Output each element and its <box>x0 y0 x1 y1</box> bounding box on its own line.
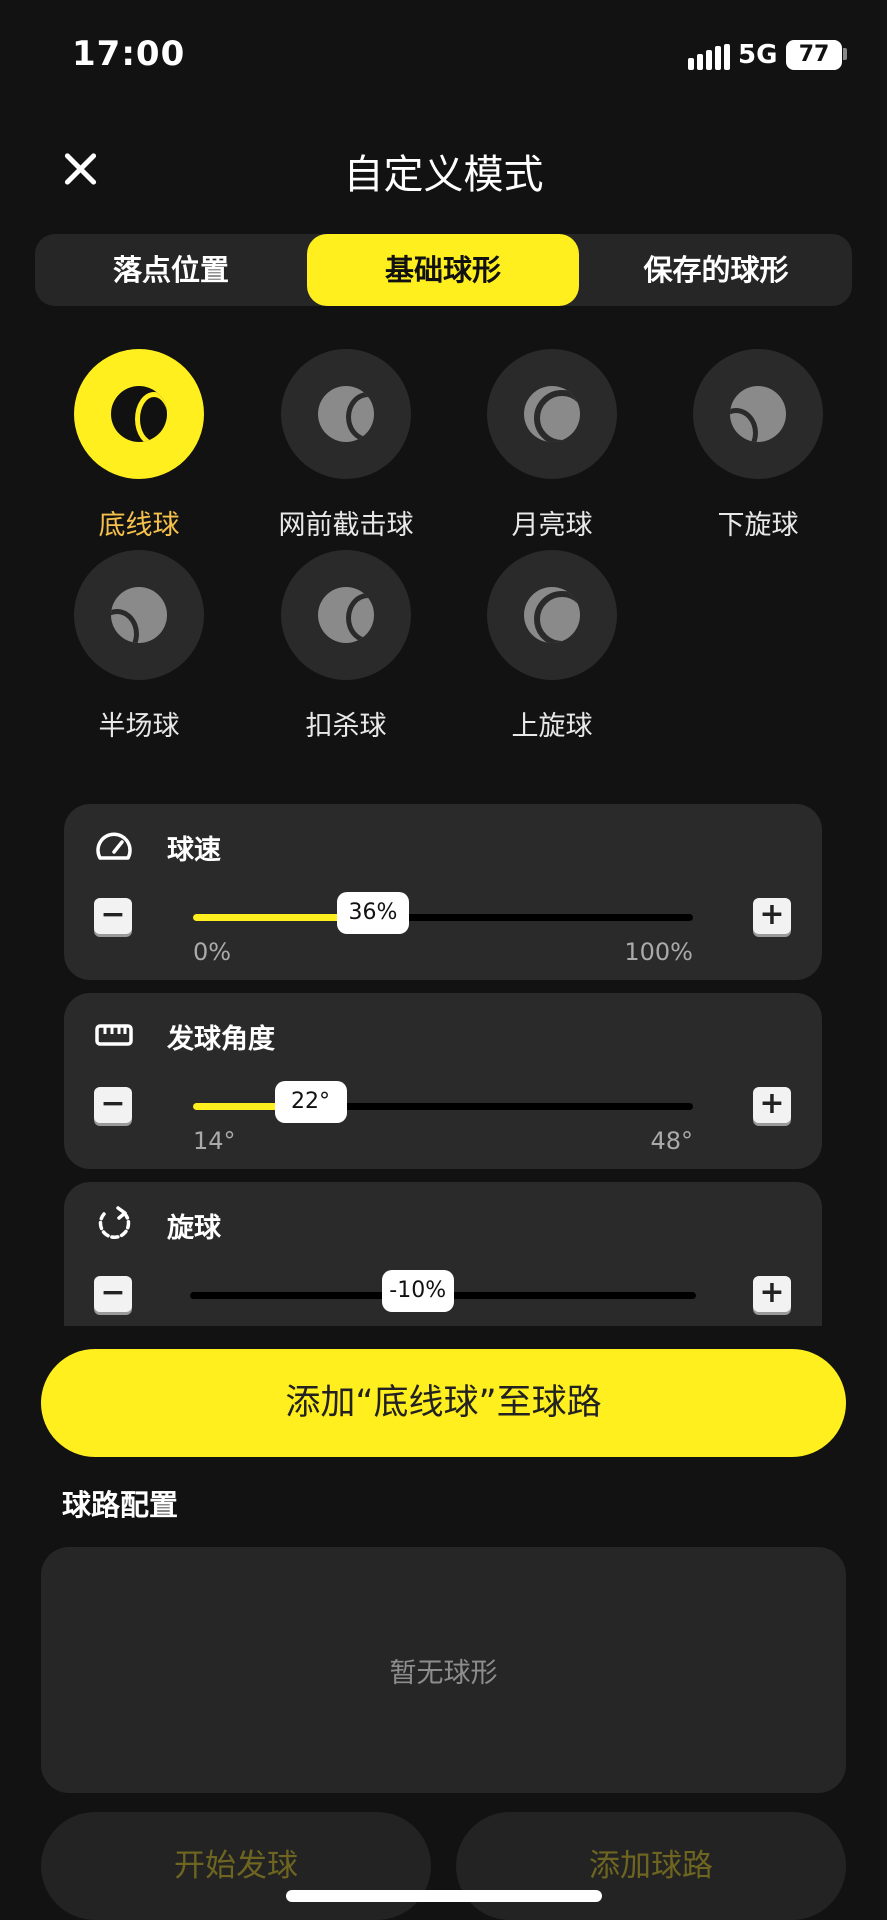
shot-circle <box>74 550 204 680</box>
route-config-label: 球路配置 <box>62 1488 179 1522</box>
angle-increase-button[interactable]: + <box>753 1087 791 1123</box>
spin-slider-track[interactable]: -10% <box>190 1270 696 1312</box>
speed-title: 球速 <box>167 835 221 866</box>
tennis-ball-icon <box>318 587 374 643</box>
rotate-icon <box>98 1206 131 1240</box>
angle-slider-thumb[interactable]: 22° <box>274 1081 347 1123</box>
shot-label: 底线球 <box>98 510 180 541</box>
shot-half-court[interactable]: 半场球 <box>59 550 219 743</box>
empty-state-text: 暂无球形 <box>389 1658 498 1689</box>
angle-title: 发球角度 <box>167 1024 275 1055</box>
spin-card: 旋球 − -10% + <box>64 1182 822 1326</box>
speedometer-icon <box>96 832 132 860</box>
angle-decrease-button[interactable]: − <box>94 1087 132 1123</box>
angle-min-label: 14° <box>193 1127 236 1155</box>
speed-increase-button[interactable]: + <box>753 898 791 934</box>
shot-label: 月亮球 <box>511 510 593 541</box>
page-title: 自定义模式 <box>343 152 544 198</box>
shot-label: 上旋球 <box>511 711 593 742</box>
speed-min-label: 0% <box>193 938 232 966</box>
network-type: 5G <box>738 40 778 70</box>
add-route-button[interactable]: 添加球路 <box>456 1812 846 1920</box>
home-indicator[interactable] <box>286 1890 602 1902</box>
angle-slider-track[interactable]: 22° <box>193 1081 693 1123</box>
shot-circle <box>487 349 617 479</box>
mode-tabs: 落点位置 基础球形 保存的球形 <box>35 234 852 306</box>
tennis-ball-icon <box>730 386 786 442</box>
shot-backspin[interactable]: 下旋球 <box>678 349 838 542</box>
angle-card: 发球角度 − 22° + 14° 48° <box>64 993 822 1169</box>
shot-circle <box>74 349 204 479</box>
tennis-ball-icon <box>524 386 580 442</box>
spin-decrease-button[interactable]: − <box>94 1276 132 1312</box>
speed-slider-thumb[interactable]: 36% <box>337 892 409 934</box>
speed-max-label: 100% <box>624 938 693 966</box>
shot-topspin[interactable]: 上旋球 <box>472 550 632 743</box>
shot-baseline[interactable]: 底线球 <box>59 349 219 542</box>
shot-label: 下旋球 <box>717 510 799 541</box>
speed-card: 球速 − 36% + 0% 100% <box>64 804 822 980</box>
shot-net-volley[interactable]: 网前截击球 <box>266 349 426 542</box>
shot-moonball[interactable]: 月亮球 <box>472 349 632 542</box>
battery-icon: 77 <box>786 40 842 70</box>
spin-increase-button[interactable]: + <box>753 1276 791 1312</box>
start-serve-button[interactable]: 开始发球 <box>41 1812 431 1920</box>
shot-label: 半场球 <box>98 711 180 742</box>
signal-icon <box>688 44 730 70</box>
ruler-icon <box>95 1024 133 1046</box>
shot-circle <box>487 550 617 680</box>
battery-tip <box>843 48 847 60</box>
speed-slider-track[interactable]: 36% <box>193 892 693 934</box>
status-time: 17:00 <box>72 34 186 74</box>
spin-title: 旋球 <box>167 1213 221 1244</box>
angle-max-label: 48° <box>650 1127 693 1155</box>
shot-label: 网前截击球 <box>278 510 414 541</box>
spin-slider-thumb[interactable]: -10% <box>381 1270 454 1312</box>
tennis-ball-icon <box>524 587 580 643</box>
speed-decrease-button[interactable]: − <box>94 898 132 934</box>
tab-saved-shots[interactable]: 保存的球形 <box>580 234 852 306</box>
shot-smash[interactable]: 扣杀球 <box>266 550 426 743</box>
tennis-ball-icon <box>318 386 374 442</box>
shot-label: 扣杀球 <box>305 711 387 742</box>
tennis-ball-icon <box>111 386 167 442</box>
tab-basic-shots[interactable]: 基础球形 <box>307 234 579 306</box>
tab-landing-position[interactable]: 落点位置 <box>35 234 307 306</box>
tennis-ball-icon <box>111 587 167 643</box>
add-shot-to-route-button[interactable]: 添加“底线球”至球路 <box>41 1349 846 1457</box>
shot-circle <box>281 349 411 479</box>
route-config-list: 暂无球形 <box>41 1547 846 1793</box>
shot-circle <box>693 349 823 479</box>
status-bar: 17:00 5G 77 <box>0 0 887 110</box>
shot-circle <box>281 550 411 680</box>
